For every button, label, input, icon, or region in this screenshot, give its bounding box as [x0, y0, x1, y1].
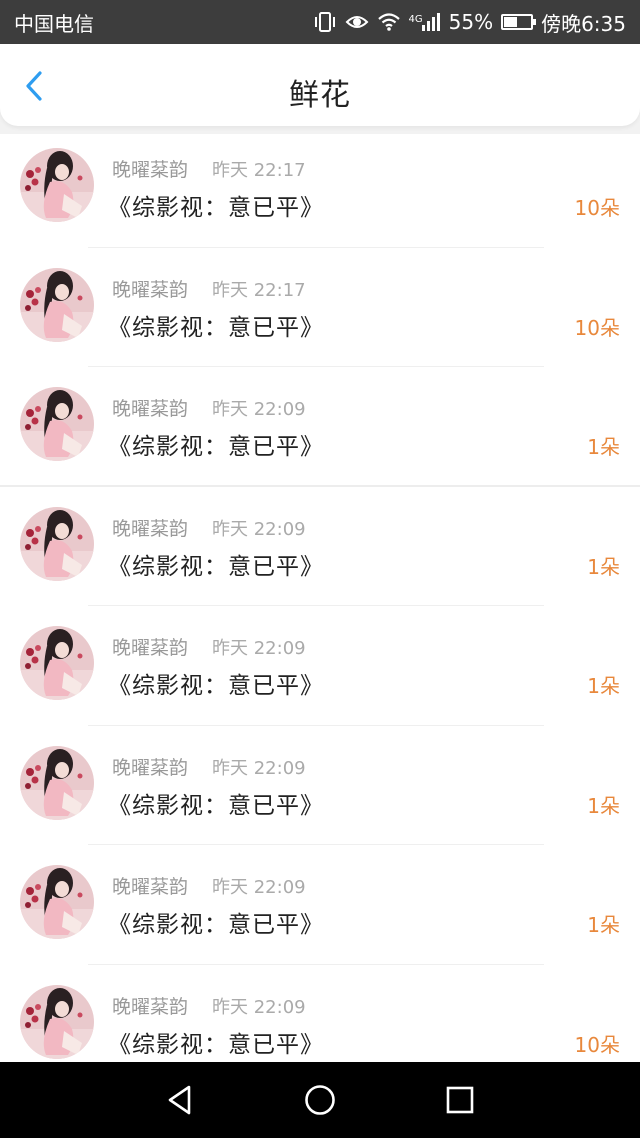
username-label: 晚曜棻韵: [112, 756, 189, 779]
avatar[interactable]: [20, 865, 94, 939]
list-item[interactable]: 晚曜棻韵 昨天 22:09 《综影视：意已平》 1朵: [0, 845, 640, 965]
navigation-bar: [0, 1062, 640, 1138]
avatar[interactable]: [20, 626, 94, 700]
timestamp-label: 昨天 22:09: [212, 757, 306, 779]
battery-percent-label: 55%: [448, 10, 494, 34]
network-type-label: 4G: [408, 14, 423, 25]
flower-count-label: 10朵: [574, 1032, 620, 1057]
nav-home-button[interactable]: [300, 1080, 340, 1120]
home-circle-icon: [305, 1085, 335, 1115]
list-item[interactable]: 晚曜棻韵 昨天 22:09 《综影视：意已平》 1朵: [0, 487, 640, 606]
list-item[interactable]: 晚曜棻韵 昨天 22:09 《综影视：意已平》 1朵: [0, 726, 640, 845]
book-title-label: 《综影视：意已平》: [108, 195, 324, 221]
flower-count-label: 1朵: [587, 554, 620, 579]
book-title-label: 《综影视：意已平》: [108, 434, 324, 460]
username-label: 晚曜棻韵: [112, 517, 189, 540]
timestamp-label: 昨天 22:09: [212, 638, 306, 659]
eye-icon: [345, 12, 369, 32]
avatar[interactable]: [20, 745, 94, 820]
status-bar: 中国电信 4G 55% 傍晚6:35: [0, 0, 640, 44]
nav-recents-button[interactable]: [440, 1080, 480, 1120]
list-item[interactable]: 晚曜棻韵 昨天 22:09 《综影视：意已平》 1朵: [0, 606, 640, 726]
avatar[interactable]: [20, 984, 94, 1059]
avatar[interactable]: [20, 387, 94, 461]
signal-icon: 4G: [409, 12, 441, 32]
list-item[interactable]: 晚曜棻韵 昨天 22:17 《综影视：意已平》 10朵: [0, 248, 640, 367]
page-title: 鲜花: [289, 78, 351, 113]
username-label: 晚曜棻韵: [112, 159, 189, 181]
flower-count-label: 1朵: [587, 793, 620, 818]
flower-record-list[interactable]: 晚曜棻韵 昨天 22:17 《综影视：意已平》 10朵 晚曜棻韵 昨天 22:17 《综影…: [0, 128, 640, 1062]
avatar[interactable]: [20, 506, 94, 581]
flower-count-label: 1朵: [587, 674, 620, 698]
timestamp-label: 昨天 22:09: [212, 399, 306, 420]
username-label: 晚曜棻韵: [112, 278, 189, 301]
nav-back-button[interactable]: [160, 1080, 200, 1120]
username-label: 晚曜棻韵: [112, 637, 189, 659]
username-label: 晚曜棻韵: [112, 995, 189, 1018]
flower-count-label: 1朵: [587, 435, 620, 459]
username-label: 晚曜棻韵: [112, 876, 189, 898]
back-triangle-icon: [168, 1085, 191, 1115]
avatar[interactable]: [20, 267, 94, 342]
carrier-label: 中国电信: [14, 11, 94, 36]
avatar[interactable]: [20, 148, 94, 222]
timestamp-label: 昨天 22:17: [212, 160, 306, 181]
vibrate-icon: [313, 11, 337, 33]
book-title-label: 《综影视：意已平》: [108, 792, 324, 819]
username-label: 晚曜棻韵: [112, 398, 189, 420]
book-title-label: 《综影视：意已平》: [108, 673, 324, 699]
timestamp-label: 昨天 22:09: [212, 518, 306, 540]
book-title-label: 《综影视：意已平》: [108, 553, 324, 580]
flower-count-label: 10朵: [574, 196, 620, 220]
battery-icon: [501, 14, 537, 30]
list-item[interactable]: 晚曜棻韵 昨天 22:17 《综影视：意已平》 10朵: [0, 128, 640, 248]
timestamp-label: 昨天 22:09: [212, 996, 306, 1018]
flower-count-label: 10朵: [574, 315, 620, 340]
timestamp-label: 昨天 22:17: [212, 279, 306, 301]
clock-label: 傍晚6:35: [541, 11, 626, 36]
book-title-label: 《综影视：意已平》: [108, 314, 324, 341]
flower-count-label: 1朵: [587, 913, 620, 937]
timestamp-label: 昨天 22:09: [212, 877, 306, 898]
list-item[interactable]: 晚曜棻韵 昨天 22:09 《综影视：意已平》 1朵: [0, 367, 640, 487]
app-header: 鲜花: [0, 44, 640, 126]
book-title-label: 《综影视：意已平》: [108, 912, 324, 938]
list-item[interactable]: 晚曜棻韵 昨天 22:09 《综影视：意已平》 10朵: [0, 965, 640, 1063]
wifi-icon: [377, 12, 401, 32]
book-title-label: 《综影视：意已平》: [108, 1031, 324, 1058]
recents-square-icon: [446, 1086, 474, 1114]
